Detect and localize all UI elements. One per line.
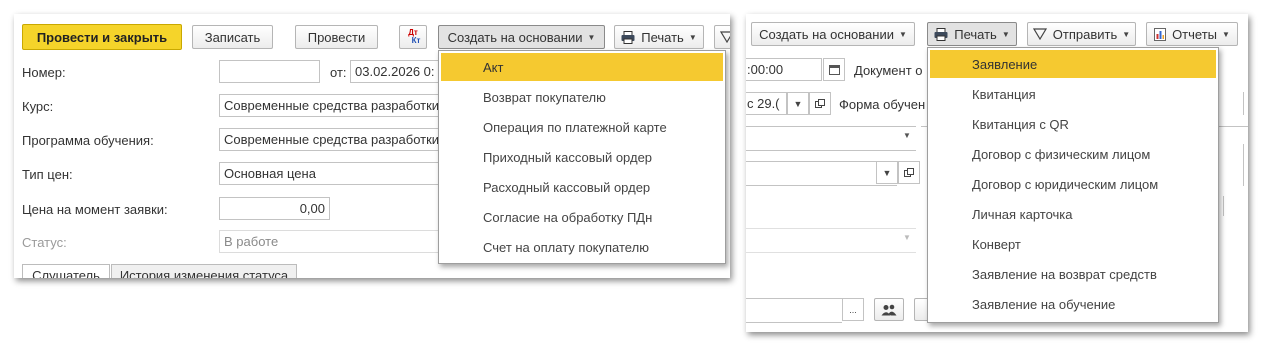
create-based-on-label: Создать на основании: [447, 29, 583, 45]
menu-item-cash-expense[interactable]: Расходный кассовый ордер: [441, 173, 723, 201]
left-window: Провести и закрыть Записать Провести Дт …: [14, 14, 730, 278]
course-label: Курс:: [22, 99, 54, 114]
open-icon[interactable]: [809, 92, 831, 115]
print-button[interactable]: Печать ▼: [614, 25, 704, 49]
printer-icon: [621, 30, 635, 44]
reports-button[interactable]: Отчеты ▼: [1146, 22, 1238, 46]
dropdown-arrow-icon[interactable]: ▼: [876, 161, 898, 184]
caret-down-icon: ▼: [1122, 29, 1131, 39]
price-field[interactable]: 0,00: [219, 197, 330, 220]
program-field[interactable]: Современные средства разработки: [219, 128, 459, 151]
print-button[interactable]: Печать ▼: [927, 22, 1017, 46]
select-field-row[interactable]: [746, 161, 897, 186]
kt-label: Кт: [411, 36, 421, 45]
send-icon: [1032, 28, 1047, 40]
reports-label: Отчеты: [1172, 26, 1217, 42]
print-label: Печать: [954, 26, 997, 42]
time-field[interactable]: :00:00: [746, 58, 822, 81]
save-button[interactable]: Записать: [192, 25, 273, 49]
send-icon: [720, 31, 730, 43]
input-field-row[interactable]: [746, 298, 842, 323]
menu-item-invoice[interactable]: Счет на оплату покупателю: [441, 233, 723, 261]
menu-item-personal-card[interactable]: Личная карточка: [930, 200, 1216, 228]
create-based-on-menu: Акт Возврат покупателю Операция по плате…: [438, 50, 726, 264]
education-form-label: Форма обучен: [839, 97, 926, 112]
tab-status-history[interactable]: История изменения статуса: [111, 264, 297, 278]
create-based-on-button[interactable]: Создать на основании ▼: [751, 22, 915, 46]
caret-down-icon: ▼: [898, 29, 907, 39]
menu-item-application[interactable]: Заявление: [930, 50, 1216, 78]
caret-down-icon: ▼: [688, 32, 697, 42]
field-edge: [1243, 92, 1248, 115]
users-icon: [881, 304, 897, 315]
menu-item-receipt-qr[interactable]: Квитанция с QR: [930, 110, 1216, 138]
ellipsis-icon[interactable]: ...: [842, 298, 864, 321]
menu-item-envelope[interactable]: Конверт: [930, 230, 1216, 258]
menu-item-cash-receipt[interactable]: Приходный кассовый ордер: [441, 143, 723, 171]
dropdown-arrow-icon[interactable]: ▼: [787, 92, 809, 115]
price-type-label: Тип цен:: [22, 167, 73, 182]
create-based-on-label: Создать на основании: [759, 26, 894, 42]
print-menu: Заявление Квитанция Квитанция с QR Догов…: [927, 47, 1219, 323]
menu-item-receipt[interactable]: Квитанция: [930, 80, 1216, 108]
course-field[interactable]: Современные средства разработки: [219, 94, 459, 117]
disabled-field-row: [746, 228, 916, 253]
open-icon[interactable]: [898, 161, 920, 184]
dropdown-arrow-icon[interactable]: ▼: [903, 131, 911, 140]
send-button-partial[interactable]: [714, 25, 730, 49]
print-label: Печать: [641, 29, 684, 45]
menu-item-customer-return[interactable]: Возврат покупателю: [441, 83, 723, 111]
menu-item-contract-individual[interactable]: Договор с физическим лицом: [930, 140, 1216, 168]
post-button[interactable]: Провести: [295, 25, 378, 49]
right-window: Создать на основании ▼ Печать ▼ Отправить ▼…: [746, 14, 1248, 332]
tab-listener[interactable]: Слушатель: [22, 264, 110, 278]
calendar-icon[interactable]: [823, 58, 845, 81]
field-edge: [1243, 144, 1248, 186]
caret-down-icon: ▼: [1001, 29, 1010, 39]
status-label: Статус:: [22, 235, 67, 250]
menu-item-pd-consent[interactable]: Согласие на обработку ПДн: [441, 203, 723, 231]
status-field: В работе: [219, 230, 459, 253]
menu-item-card-operation[interactable]: Операция по платежной карте: [441, 113, 723, 141]
menu-item-contract-legal[interactable]: Договор с юридическим лицом: [930, 170, 1216, 198]
dt-kt-button[interactable]: Дт Кт: [399, 25, 427, 49]
post-and-close-button[interactable]: Провести и закрыть: [22, 24, 182, 50]
send-label: Отправить: [1052, 26, 1118, 42]
document-label: Документ о: [854, 63, 923, 78]
dropdown-arrow-icon: ▼: [903, 233, 911, 242]
date-from-label: от:: [330, 65, 347, 80]
price-type-field[interactable]: Основная цена: [219, 162, 459, 185]
select-field-row[interactable]: [746, 126, 916, 151]
number-field[interactable]: [219, 60, 320, 83]
program-label: Программа обучения:: [22, 133, 154, 148]
send-button[interactable]: Отправить ▼: [1027, 22, 1136, 46]
price-at-request-label: Цена на момент заявки:: [22, 202, 168, 217]
menu-item-refund-application[interactable]: Заявление на возврат средств: [930, 260, 1216, 288]
caret-down-icon: ▼: [1222, 29, 1230, 39]
menu-item-study-application[interactable]: Заявление на обучение: [930, 290, 1216, 318]
users-button[interactable]: [874, 298, 904, 321]
printer-icon: [934, 27, 948, 41]
number-label: Номер:: [22, 65, 66, 80]
report-chart-icon: [1154, 27, 1167, 41]
menu-item-act[interactable]: Акт: [441, 53, 723, 81]
create-based-on-button[interactable]: Создать на основании ▼: [438, 25, 605, 49]
from-date-field[interactable]: с 29.(: [746, 92, 787, 115]
caret-down-icon: ▼: [587, 32, 596, 42]
